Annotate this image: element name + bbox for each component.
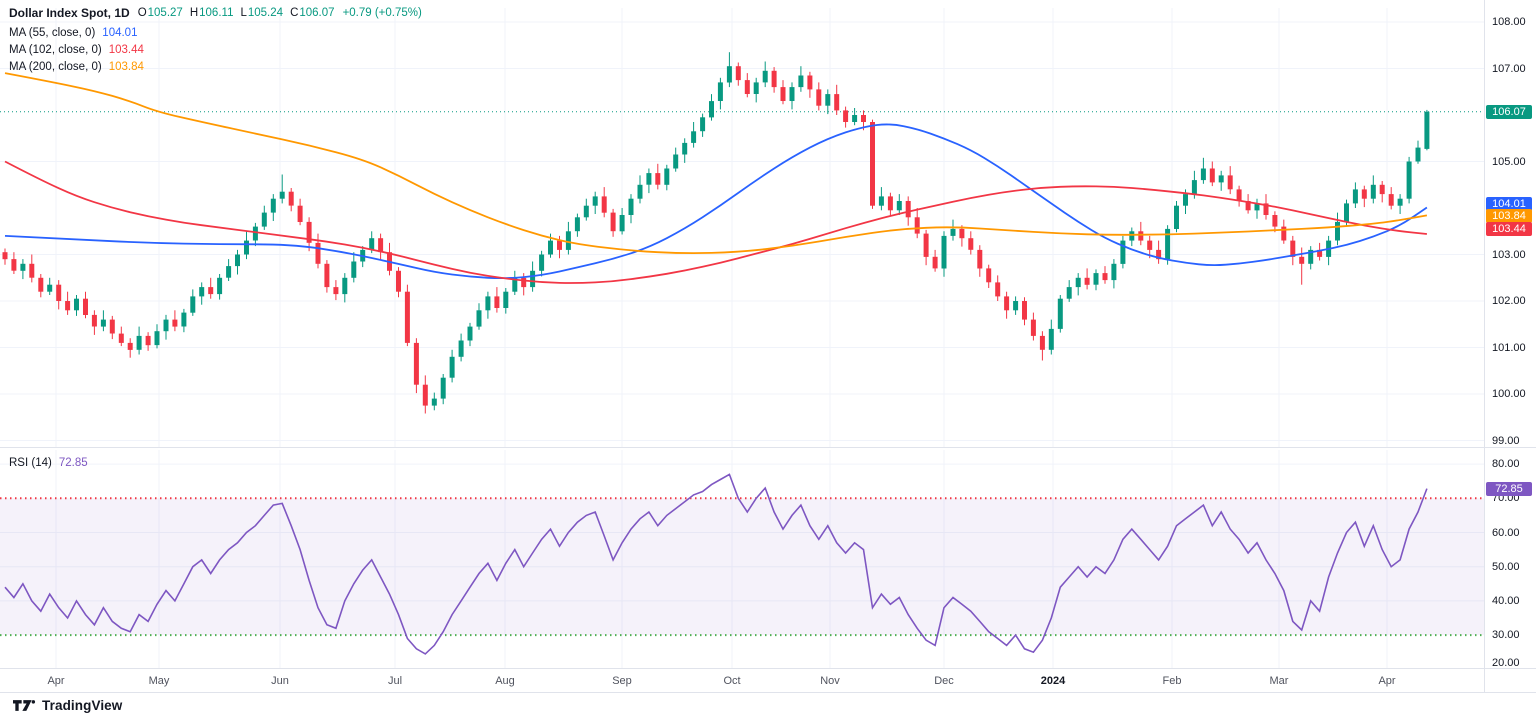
ma55-value: 104.01 xyxy=(102,27,138,39)
price-badge: 103.84 xyxy=(1486,209,1532,223)
rsi-tick: 40.00 xyxy=(1492,595,1520,607)
time-label: May xyxy=(148,675,170,687)
time-label: Mar xyxy=(1269,675,1289,687)
time-label: Apr xyxy=(1378,675,1396,687)
price-tick: 101.00 xyxy=(1492,342,1526,354)
tradingview-logo[interactable]: TradingView xyxy=(13,698,122,713)
ma102-value: 103.44 xyxy=(108,44,144,56)
time-label: Jun xyxy=(271,675,289,687)
price-tick: 102.00 xyxy=(1492,295,1526,307)
rsi-tick: 50.00 xyxy=(1492,561,1520,573)
time-label: Nov xyxy=(820,675,840,687)
chart-widget: Dollar Index Spot, 1D O105.27 H106.11 L105… xyxy=(0,0,1536,722)
price-tick: 107.00 xyxy=(1492,63,1526,75)
rsi-band xyxy=(0,497,1484,637)
price-tick: 99.00 xyxy=(1492,435,1520,447)
price-tick: 108.00 xyxy=(1492,16,1526,28)
ma200-legend-row[interactable]: MA (200, close, 0) 103.84 xyxy=(9,60,422,74)
rsi-tick: 60.00 xyxy=(1492,527,1520,539)
time-label: Oct xyxy=(723,675,741,687)
legend-panel: Dollar Index Spot, 1D O105.27 H106.11 L105… xyxy=(9,6,422,77)
price-badge: 106.07 xyxy=(1486,105,1532,119)
price-tick: 100.00 xyxy=(1492,388,1526,400)
rsi-legend-panel: RSI (14) 72.85 xyxy=(9,456,88,473)
price-tick: 103.00 xyxy=(1492,249,1526,261)
rsi-value: 72.85 xyxy=(58,457,88,469)
rsi-tick: 30.00 xyxy=(1492,629,1520,641)
time-label: Jul xyxy=(387,675,403,687)
time-label: Aug xyxy=(495,675,515,687)
price-badge: 103.44 xyxy=(1486,222,1532,236)
tradingview-logo-text: TradingView xyxy=(42,698,123,713)
ma102-legend-row[interactable]: MA (102, close, 0) 103.44 xyxy=(9,43,422,57)
ohlc-values: O105.27 H106.11 L105.24 C106.07 +0.79 (+0.75… xyxy=(137,7,422,19)
time-label: Apr xyxy=(47,675,65,687)
rsi-label: RSI (14) xyxy=(9,457,52,469)
time-label: Sep xyxy=(612,675,632,687)
ma200-label: MA (200, close, 0) xyxy=(9,61,102,73)
ma55-label: MA (55, close, 0) xyxy=(9,27,96,39)
chart-canvas[interactable] xyxy=(0,0,1536,722)
symbol-title[interactable]: Dollar Index Spot, 1D xyxy=(9,6,130,20)
ma200-value: 103.84 xyxy=(108,61,144,73)
rsi-badge: 72.85 xyxy=(1486,482,1532,496)
rsi-legend-row[interactable]: RSI (14) 72.85 xyxy=(9,456,88,470)
rsi-tick: 80.00 xyxy=(1492,458,1520,470)
symbol-legend-row[interactable]: Dollar Index Spot, 1D O105.27 H106.11 L105… xyxy=(9,6,422,20)
ma102-label: MA (102, close, 0) xyxy=(9,44,102,56)
ma55-legend-row[interactable]: MA (55, close, 0) 104.01 xyxy=(9,26,422,40)
time-label: Dec xyxy=(934,675,954,687)
time-label: Feb xyxy=(1162,675,1182,687)
time-label: 2024 xyxy=(1040,675,1066,687)
tradingview-logo-icon xyxy=(13,700,36,711)
ma-line-2 xyxy=(4,72,1428,255)
rsi-tick: 20.00 xyxy=(1492,657,1520,669)
price-tick: 105.00 xyxy=(1492,156,1526,168)
ma-line-0 xyxy=(4,123,1428,280)
